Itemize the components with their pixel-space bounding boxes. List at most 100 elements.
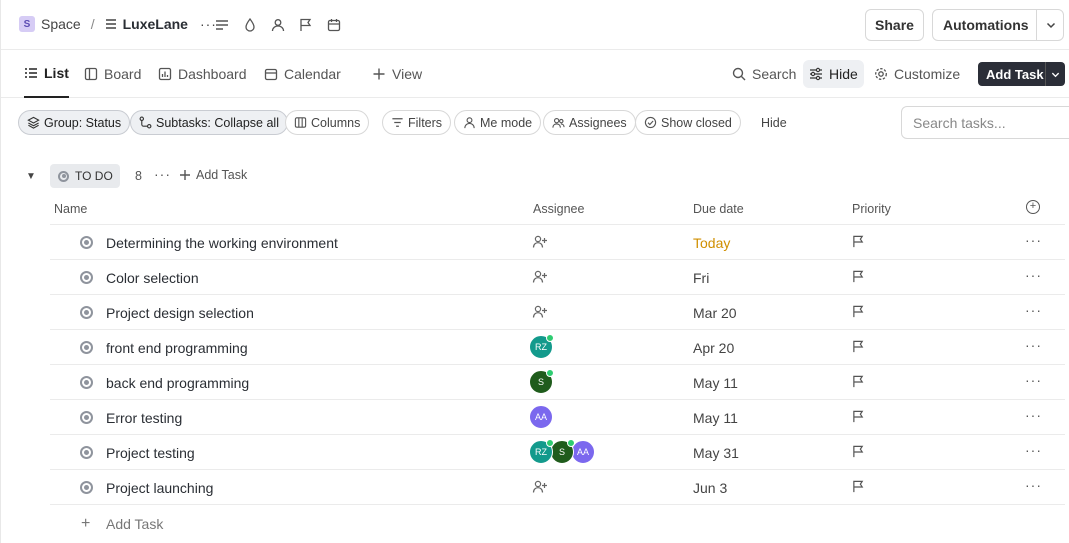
assignee-cell[interactable] <box>529 265 548 289</box>
status-circle-icon[interactable] <box>80 236 93 249</box>
user-icon[interactable] <box>269 16 287 34</box>
columns-chip[interactable]: Columns <box>285 110 370 135</box>
column-header-due-date[interactable]: Due date <box>693 202 744 216</box>
flag-icon[interactable] <box>297 16 315 34</box>
chevron-down-icon[interactable] <box>1036 10 1064 40</box>
column-header-name[interactable]: Name <box>54 202 87 216</box>
avatar[interactable]: AA <box>529 405 553 429</box>
add-assignee-icon[interactable] <box>532 304 548 320</box>
add-assignee-icon[interactable] <box>532 269 548 285</box>
task-name[interactable]: back end programming <box>106 375 249 391</box>
row-more-icon[interactable]: ··· <box>1025 372 1042 388</box>
priority-flag-icon[interactable] <box>852 480 866 494</box>
table-row[interactable]: front end programming RZ Apr 20 ··· <box>50 329 1065 364</box>
assignee-cell[interactable] <box>529 475 548 499</box>
add-task-row[interactable]: + Add Task <box>50 504 1065 542</box>
assignee-cell[interactable] <box>529 230 548 254</box>
avatar[interactable]: RZ <box>529 334 554 359</box>
add-view-button[interactable]: View <box>372 50 422 98</box>
table-row[interactable]: Determining the working environment Today… <box>50 224 1065 259</box>
row-more-icon[interactable]: ··· <box>1025 232 1042 248</box>
priority-flag-icon[interactable] <box>852 340 866 354</box>
status-pill[interactable]: TO DO <box>50 164 120 188</box>
priority-flag-icon[interactable] <box>852 270 866 284</box>
status-circle-icon[interactable] <box>80 446 93 459</box>
table-row[interactable]: Error testing AA May 11 ··· <box>50 399 1065 434</box>
due-date[interactable]: Mar 20 <box>693 305 737 321</box>
table-row[interactable]: Project testing RZ S AA May 31 ··· <box>50 434 1065 469</box>
row-more-icon[interactable]: ··· <box>1025 442 1042 458</box>
customize-button[interactable]: Customize <box>868 60 966 88</box>
table-row[interactable]: Color selection Fri ··· <box>50 259 1065 294</box>
table-row[interactable]: Project launching Jun 3 ··· <box>50 469 1065 504</box>
status-circle-icon[interactable] <box>80 341 93 354</box>
more-options-icon[interactable]: ··· <box>154 166 171 182</box>
due-date[interactable]: May 31 <box>693 445 739 461</box>
hide-filter-button[interactable]: Hide <box>761 110 787 135</box>
row-more-icon[interactable]: ··· <box>1025 267 1042 283</box>
avatar[interactable]: RZ <box>529 439 554 464</box>
filters-chip[interactable]: Filters <box>382 110 452 135</box>
subtasks-chip[interactable]: Subtasks: Collapse all <box>130 110 288 135</box>
due-date[interactable]: Apr 20 <box>693 340 734 356</box>
tab-dashboard[interactable]: Dashboard <box>158 50 247 98</box>
assignees-chip[interactable]: Assignees <box>543 110 636 135</box>
priority-flag-icon[interactable] <box>852 445 866 459</box>
add-assignee-icon[interactable] <box>532 479 548 495</box>
task-name[interactable]: Color selection <box>106 270 199 286</box>
automations-button[interactable]: Automations <box>932 9 1064 41</box>
status-circle-icon[interactable] <box>80 271 93 284</box>
tab-list[interactable]: List <box>24 50 69 98</box>
add-assignee-icon[interactable] <box>532 234 548 250</box>
collapse-toggle-icon[interactable]: ▼ <box>25 170 37 182</box>
breadcrumb-project[interactable]: LuxeLane <box>123 16 188 32</box>
priority-flag-icon[interactable] <box>852 235 866 249</box>
column-header-priority[interactable]: Priority <box>852 202 891 216</box>
chevron-down-icon[interactable] <box>1045 62 1065 86</box>
task-name[interactable]: Project testing <box>106 445 195 461</box>
assignee-cell[interactable] <box>529 300 548 324</box>
column-header-assignee[interactable]: Assignee <box>533 202 584 216</box>
share-button[interactable]: Share <box>865 9 924 41</box>
calendar-icon[interactable] <box>325 16 343 34</box>
row-more-icon[interactable]: ··· <box>1025 337 1042 353</box>
tab-calendar[interactable]: Calendar <box>264 50 341 98</box>
priority-flag-icon[interactable] <box>852 410 866 424</box>
status-circle-icon[interactable] <box>80 376 93 389</box>
add-task-button[interactable]: Add Task <box>978 62 1065 86</box>
task-name[interactable]: Error testing <box>106 410 182 426</box>
avatar[interactable]: S <box>529 369 554 394</box>
add-column-icon[interactable]: + <box>1026 200 1040 214</box>
group-status-chip[interactable]: Group: Status <box>18 110 131 135</box>
due-date[interactable]: Today <box>693 235 730 251</box>
assignee-cell[interactable]: RZ <box>529 334 554 359</box>
hide-button[interactable]: Hide <box>803 60 864 88</box>
assignee-cell[interactable]: S <box>529 369 554 394</box>
group-add-task-button[interactable]: Add Task <box>179 168 247 182</box>
me-mode-chip[interactable]: Me mode <box>454 110 542 135</box>
due-date[interactable]: Fri <box>693 270 709 286</box>
search-tasks-input[interactable] <box>901 106 1069 139</box>
assignee-cell[interactable]: RZ S AA <box>529 439 595 464</box>
status-circle-icon[interactable] <box>80 481 93 494</box>
table-row[interactable]: Project design selection Mar 20 ··· <box>50 294 1065 329</box>
task-name[interactable]: Determining the working environment <box>106 235 338 251</box>
assignee-cell[interactable]: AA <box>529 405 553 429</box>
tab-board[interactable]: Board <box>84 50 141 98</box>
row-more-icon[interactable]: ··· <box>1025 477 1042 493</box>
row-more-icon[interactable]: ··· <box>1025 407 1042 423</box>
description-icon[interactable] <box>213 16 231 34</box>
breadcrumb-space[interactable]: Space <box>41 16 81 32</box>
priority-flag-icon[interactable] <box>852 375 866 389</box>
due-date[interactable]: May 11 <box>693 375 738 391</box>
task-name[interactable]: Project launching <box>106 480 213 496</box>
status-circle-icon[interactable] <box>80 306 93 319</box>
space-badge[interactable]: S <box>19 16 35 32</box>
task-name[interactable]: Project design selection <box>106 305 254 321</box>
status-circle-icon[interactable] <box>80 411 93 424</box>
row-more-icon[interactable]: ··· <box>1025 302 1042 318</box>
color-drop-icon[interactable] <box>241 16 259 34</box>
due-date[interactable]: Jun 3 <box>693 480 727 496</box>
due-date[interactable]: May 11 <box>693 410 738 426</box>
table-row[interactable]: back end programming S May 11 ··· <box>50 364 1065 399</box>
